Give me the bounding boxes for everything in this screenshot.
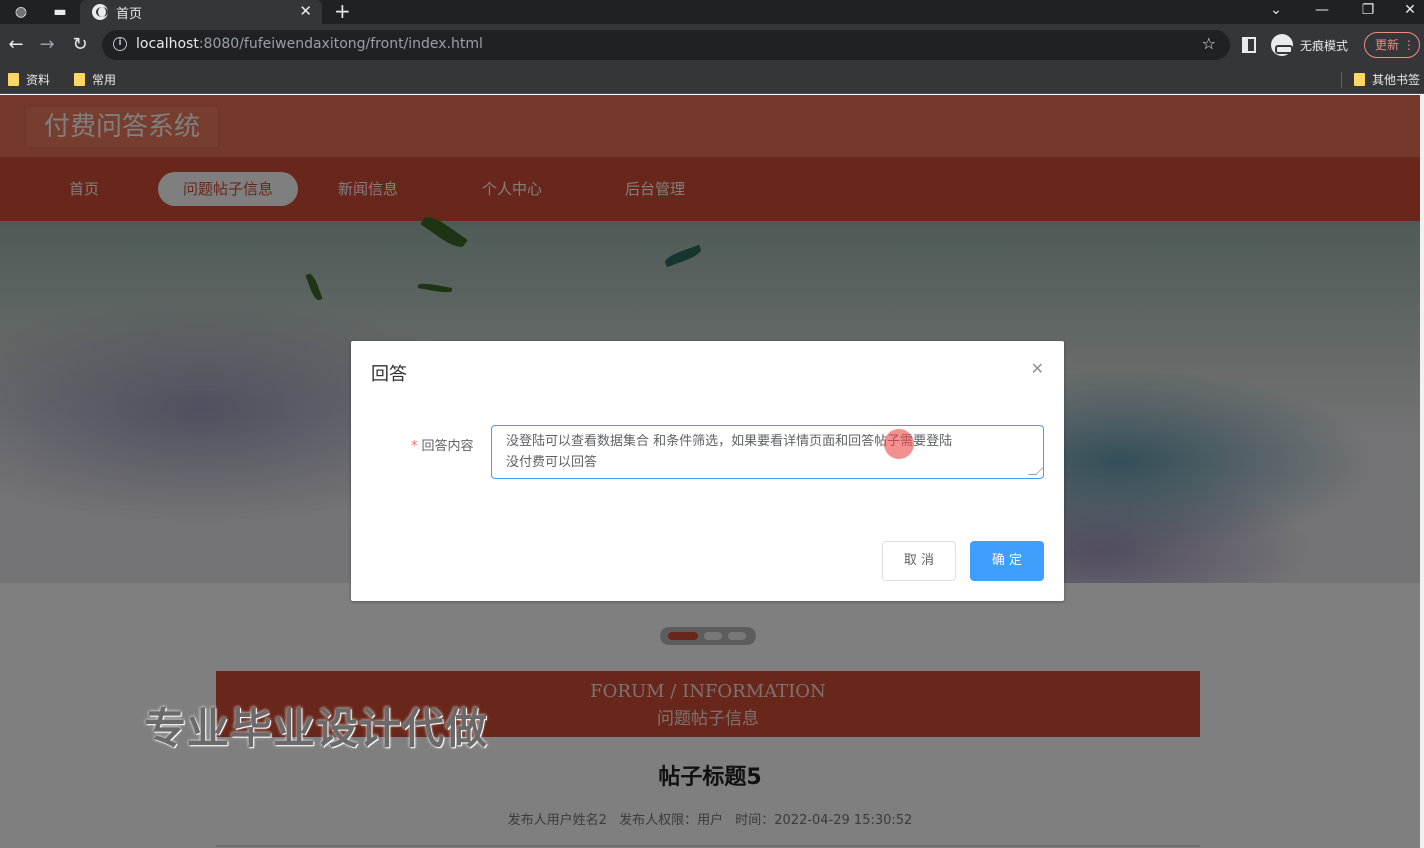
back-icon[interactable]: ← (6, 34, 26, 56)
tab-search-icon[interactable]: ▬ (51, 3, 69, 21)
update-button[interactable]: 更新 ⋮ (1364, 32, 1420, 58)
tab-close-icon[interactable]: ✕ (299, 2, 312, 20)
bookmarks-divider (1341, 72, 1342, 88)
bookmark-folder-changyong[interactable]: 常用 (70, 71, 116, 89)
answer-content-textarea[interactable]: 没登陆可以查看数据集合 和条件筛选，如果要看详情页面和回答帖子需要登陆 没付费可… (491, 425, 1044, 479)
mouse-cursor-highlight (884, 429, 914, 459)
other-bookmarks-folder[interactable]: 其他书签 (1350, 71, 1420, 89)
bookmarks-bar: 资料 常用 其他书签 (0, 66, 1424, 94)
page-viewport: 付费问答系统 首页 问题帖子信息 新闻信息 个人中心 后台管理 FORUM / … (0, 95, 1420, 848)
new-tab-icon[interactable]: + (334, 0, 351, 22)
resize-grip-icon[interactable] (1028, 467, 1044, 475)
bookmark-star-icon[interactable]: ☆ (1202, 34, 1216, 53)
tab-list-chevron-icon[interactable]: ⌄ (1258, 0, 1294, 24)
close-icon[interactable]: ✕ (1031, 359, 1044, 378)
watermark-text: 专业毕业设计代做 (144, 704, 489, 753)
window-close-icon[interactable]: ✕ (1396, 0, 1424, 24)
bookmark-folder-ziliao[interactable]: 资料 (4, 71, 50, 89)
page-scrollbar[interactable] (1420, 95, 1424, 848)
dialog-title: 回答 (371, 364, 407, 385)
tab-title: 首页 (116, 7, 143, 22)
incognito-icon[interactable] (1271, 34, 1293, 56)
url-text[interactable]: localhost:8080/fufeiwendaxitong/front/in… (136, 36, 483, 52)
side-panel-icon[interactable] (1242, 37, 1256, 53)
reload-icon[interactable]: ↻ (70, 34, 90, 56)
incognito-label[interactable]: 无痕模式 (1300, 37, 1348, 54)
cancel-button[interactable]: 取 消 (882, 541, 956, 581)
favicon-globe-icon (92, 4, 108, 20)
minimize-icon[interactable]: — (1304, 0, 1340, 24)
browser-tab-bar: ◍ ▬ 首页 ✕ + ⌄ — ❐ ✕ (0, 0, 1424, 24)
globe-icon[interactable]: ◍ (12, 3, 30, 21)
answer-content-label: * 回答内容 (411, 439, 474, 454)
restore-icon[interactable]: ❐ (1350, 0, 1386, 24)
browser-tab-active[interactable]: 首页 ✕ (80, 0, 322, 24)
browser-toolbar: ← → ↻ i localhost:8080/fufeiwendaxitong/… (0, 24, 1424, 66)
address-bar[interactable]: i localhost:8080/fufeiwendaxitong/front/… (102, 30, 1230, 60)
confirm-button[interactable]: 确 定 (970, 541, 1044, 581)
site-info-icon[interactable]: i (113, 37, 127, 51)
answer-dialog: 回答 ✕ * 回答内容 没登陆可以查看数据集合 和条件筛选，如果要看详情页面和回答… (351, 341, 1064, 601)
forward-icon[interactable]: → (37, 34, 57, 56)
